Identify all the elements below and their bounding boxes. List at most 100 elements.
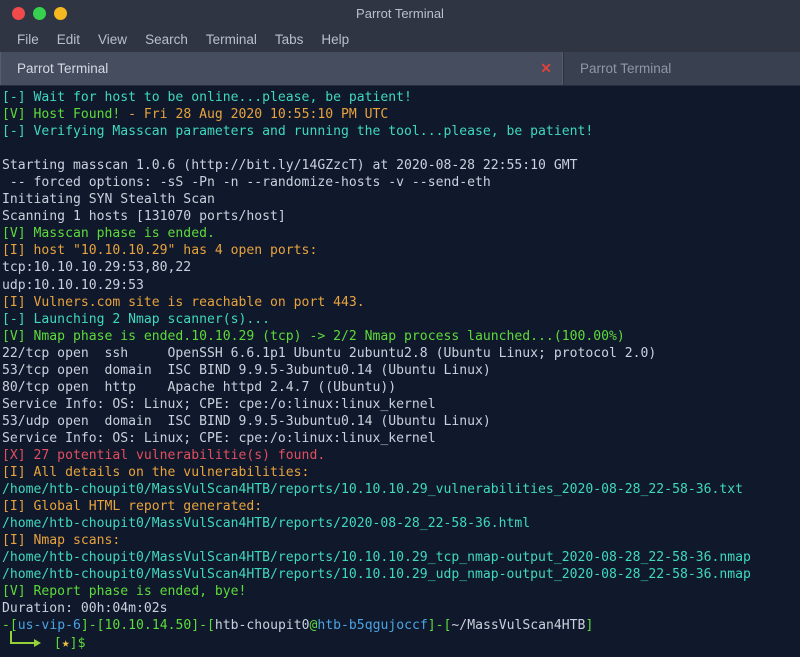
- window-maximize-button[interactable]: [54, 7, 67, 20]
- terminal-text-segment: Service Info: OS: Linux; CPE: cpe:/o:lin…: [2, 430, 436, 446]
- terminal-text-segment: [V] Nmap phase is ended.10.10.29 (tcp) -…: [2, 328, 625, 344]
- terminal-line: /home/htb-choupit0/MassVulScan4HTB/repor…: [2, 549, 800, 566]
- terminal-line: Scanning 1 hosts [131070 ports/host]: [2, 208, 800, 225]
- terminal-text-segment: [-] Wait for host to be online...please,…: [2, 90, 412, 105]
- menu-item-terminal[interactable]: Terminal: [197, 30, 266, 49]
- terminal-text-segment: tcp:10.10.10.29:53,80,22: [2, 260, 192, 276]
- terminal-text-segment: Service Info: OS: Linux; CPE: cpe:/o:lin…: [2, 396, 436, 412]
- menu-item-help[interactable]: Help: [312, 30, 358, 49]
- terminal-text-segment: ]-[: [427, 618, 452, 634]
- terminal-text-segment: -- forced options: -sS -Pn -n --randomiz…: [2, 175, 491, 191]
- terminal-text-segment: [-] Verifying Masscan parameters and run…: [2, 124, 594, 140]
- terminal-text-segment: 80/tcp open http Apache httpd 2.4.7 ((Ub…: [2, 379, 397, 395]
- terminal-line: tcp:10.10.10.29:53,80,22: [2, 259, 800, 276]
- terminal-text-segment: /home/htb-choupit0/MassVulScan4HTB/repor…: [2, 516, 531, 532]
- menu-item-file[interactable]: File: [8, 30, 48, 49]
- terminal-line: /home/htb-choupit0/MassVulScan4HTB/repor…: [2, 566, 800, 583]
- terminal-text-segment: udp:10.10.10.29:53: [2, 277, 144, 293]
- terminal-text-segment: [V] Masscan phase is ended.: [2, 226, 215, 242]
- menu-item-edit[interactable]: Edit: [48, 30, 89, 49]
- terminal-line: 53/udp open domain ISC BIND 9.9.5-3ubunt…: [2, 413, 800, 430]
- terminal-text-segment: /home/htb-choupit0/MassVulScan4HTB/repor…: [2, 550, 751, 566]
- close-icon[interactable]: ✕: [532, 60, 552, 77]
- terminal-text-segment: 10.10.14.50: [104, 618, 192, 634]
- terminal-text-segment: /home/htb-choupit0/MassVulScan4HTB/repor…: [2, 567, 751, 583]
- terminal-line: [V] Masscan phase is ended.: [2, 225, 800, 242]
- prompt-spacer: [46, 636, 54, 651]
- terminal-line: [-] Launching 2 Nmap scanner(s)...: [2, 311, 800, 328]
- terminal-text-segment: Starting masscan 1.0.6 (http://bit.ly/14…: [2, 158, 578, 174]
- menu-bar: File Edit View Search Terminal Tabs Help: [0, 27, 800, 52]
- terminal-window: Parrot Terminal File Edit View Search Te…: [0, 0, 800, 657]
- terminal-line: udp:10.10.10.29:53: [2, 277, 800, 294]
- terminal-text-segment: - Fri 28 Aug 2020 10:55:10 PM UTC: [128, 107, 389, 123]
- terminal-line: Service Info: OS: Linux; CPE: cpe:/o:lin…: [2, 396, 800, 413]
- title-bar: Parrot Terminal: [0, 0, 800, 27]
- prompt-bracket-close: ]: [69, 635, 78, 651]
- terminal-text-segment: htb-b5qgujoccf: [317, 618, 428, 634]
- terminal-line: /home/htb-choupit0/MassVulScan4HTB/repor…: [2, 481, 800, 498]
- window-minimize-button[interactable]: [33, 7, 46, 20]
- terminal-line: [-] Verifying Masscan parameters and run…: [2, 123, 800, 140]
- terminal-text-segment: Scanning 1 hosts [131070 ports/host]: [2, 209, 286, 225]
- terminal-line: [I] host "10.10.10.29" has 4 open ports:: [2, 242, 800, 259]
- terminal-text-segment: [V] Report phase is ended, bye!: [2, 584, 247, 600]
- terminal-text-segment: ]-[: [191, 618, 215, 634]
- terminal-output[interactable]: [-] Wait for host to be online...please,…: [0, 86, 800, 657]
- terminal-text-segment: ]-[: [80, 618, 105, 634]
- terminal-text-segment: us-vip-6: [17, 618, 81, 634]
- menu-item-tabs[interactable]: Tabs: [266, 30, 313, 49]
- terminal-text-segment: ~/MassVulScan4HTB: [451, 618, 586, 634]
- terminal-line: Starting masscan 1.0.6 (http://bit.ly/14…: [2, 157, 800, 174]
- shell-prompt-line-1: -[us-vip-6]-[10.10.14.50]-[htb-choupit0@…: [2, 617, 800, 634]
- terminal-text-segment: ]: [585, 618, 594, 634]
- terminal-line: Initiating SYN Stealth Scan: [2, 191, 800, 208]
- terminal-text-segment: [X] 27 potential vulnerabilitie(s) found…: [2, 447, 326, 463]
- terminal-text-segment: [V] Host Found!: [2, 107, 129, 123]
- prompt-bracket-open: [: [53, 635, 62, 651]
- terminal-line: Duration: 00h:04m:02s: [2, 600, 800, 617]
- menu-item-view[interactable]: View: [89, 30, 136, 49]
- terminal-line: [X] 27 potential vulnerabilitie(s) found…: [2, 447, 800, 464]
- tab-parrot-terminal-inactive[interactable]: Parrot Terminal: [563, 52, 800, 85]
- terminal-text-segment: [-] Launching 2 Nmap scanner(s)...: [2, 311, 271, 327]
- terminal-line: [V] Nmap phase is ended.10.10.29 (tcp) -…: [2, 328, 800, 345]
- terminal-text-segment: [I] Global HTML report generated:: [2, 499, 263, 515]
- window-title: Parrot Terminal: [356, 6, 444, 21]
- terminal-line: 80/tcp open http Apache httpd 2.4.7 ((Ub…: [2, 379, 800, 396]
- terminal-text-segment: Duration: 00h:04m:02s: [2, 601, 168, 617]
- terminal-line: [I] All details on the vulnerabilities:: [2, 464, 800, 481]
- terminal-text-segment: 22/tcp open ssh OpenSSH 6.6.1p1 Ubuntu 2…: [2, 345, 657, 361]
- tab-label: Parrot Terminal: [580, 61, 672, 76]
- terminal-text-segment: [I] Vulners.com site is reachable on por…: [2, 294, 365, 310]
- terminal-line: /home/htb-choupit0/MassVulScan4HTB/repor…: [2, 515, 800, 532]
- shell-prompt-line-2[interactable]: [★]$: [2, 630, 800, 652]
- terminal-text-segment: [I] Nmap scans:: [2, 533, 121, 549]
- window-close-button[interactable]: [12, 7, 25, 20]
- terminal-line: 53/tcp open domain ISC BIND 9.9.5-3ubunt…: [2, 362, 800, 379]
- window-controls: [0, 7, 67, 20]
- tab-label: Parrot Terminal: [17, 61, 109, 76]
- prompt-arrow-icon: [2, 630, 46, 650]
- terminal-line: [I] Global HTML report generated:: [2, 498, 800, 515]
- terminal-text-segment: Initiating SYN Stealth Scan: [2, 192, 215, 208]
- prompt-sigil: $: [77, 635, 86, 651]
- terminal-line: [I] Nmap scans:: [2, 532, 800, 549]
- tab-parrot-terminal-active[interactable]: Parrot Terminal ✕: [0, 52, 563, 85]
- terminal-line: [V] Host Found! - Fri 28 Aug 2020 10:55:…: [2, 106, 800, 123]
- terminal-line: [V] Report phase is ended, bye!: [2, 583, 800, 600]
- terminal-line: 22/tcp open ssh OpenSSH 6.6.1p1 Ubuntu 2…: [2, 345, 800, 362]
- terminal-line: [-] Wait for host to be online...please,…: [2, 89, 800, 106]
- terminal-text-segment: 53/tcp open domain ISC BIND 9.9.5-3ubunt…: [2, 362, 491, 378]
- terminal-text-segment: /home/htb-choupit0/MassVulScan4HTB/repor…: [2, 482, 744, 498]
- terminal-text-segment: [I] All details on the vulnerabilities:: [2, 465, 310, 481]
- terminal-line: Service Info: OS: Linux; CPE: cpe:/o:lin…: [2, 430, 800, 447]
- terminal-text-segment: [I] host "10.10.10.29" has 4 open ports:: [2, 243, 318, 259]
- terminal-line: [I] Vulners.com site is reachable on por…: [2, 294, 800, 311]
- terminal-text-segment: htb-choupit0: [214, 618, 310, 634]
- tab-bar: Parrot Terminal ✕ Parrot Terminal: [0, 52, 800, 86]
- terminal-line: -- forced options: -sS -Pn -n --randomiz…: [2, 174, 800, 191]
- menu-item-search[interactable]: Search: [136, 30, 197, 49]
- star-icon: ★: [61, 635, 70, 651]
